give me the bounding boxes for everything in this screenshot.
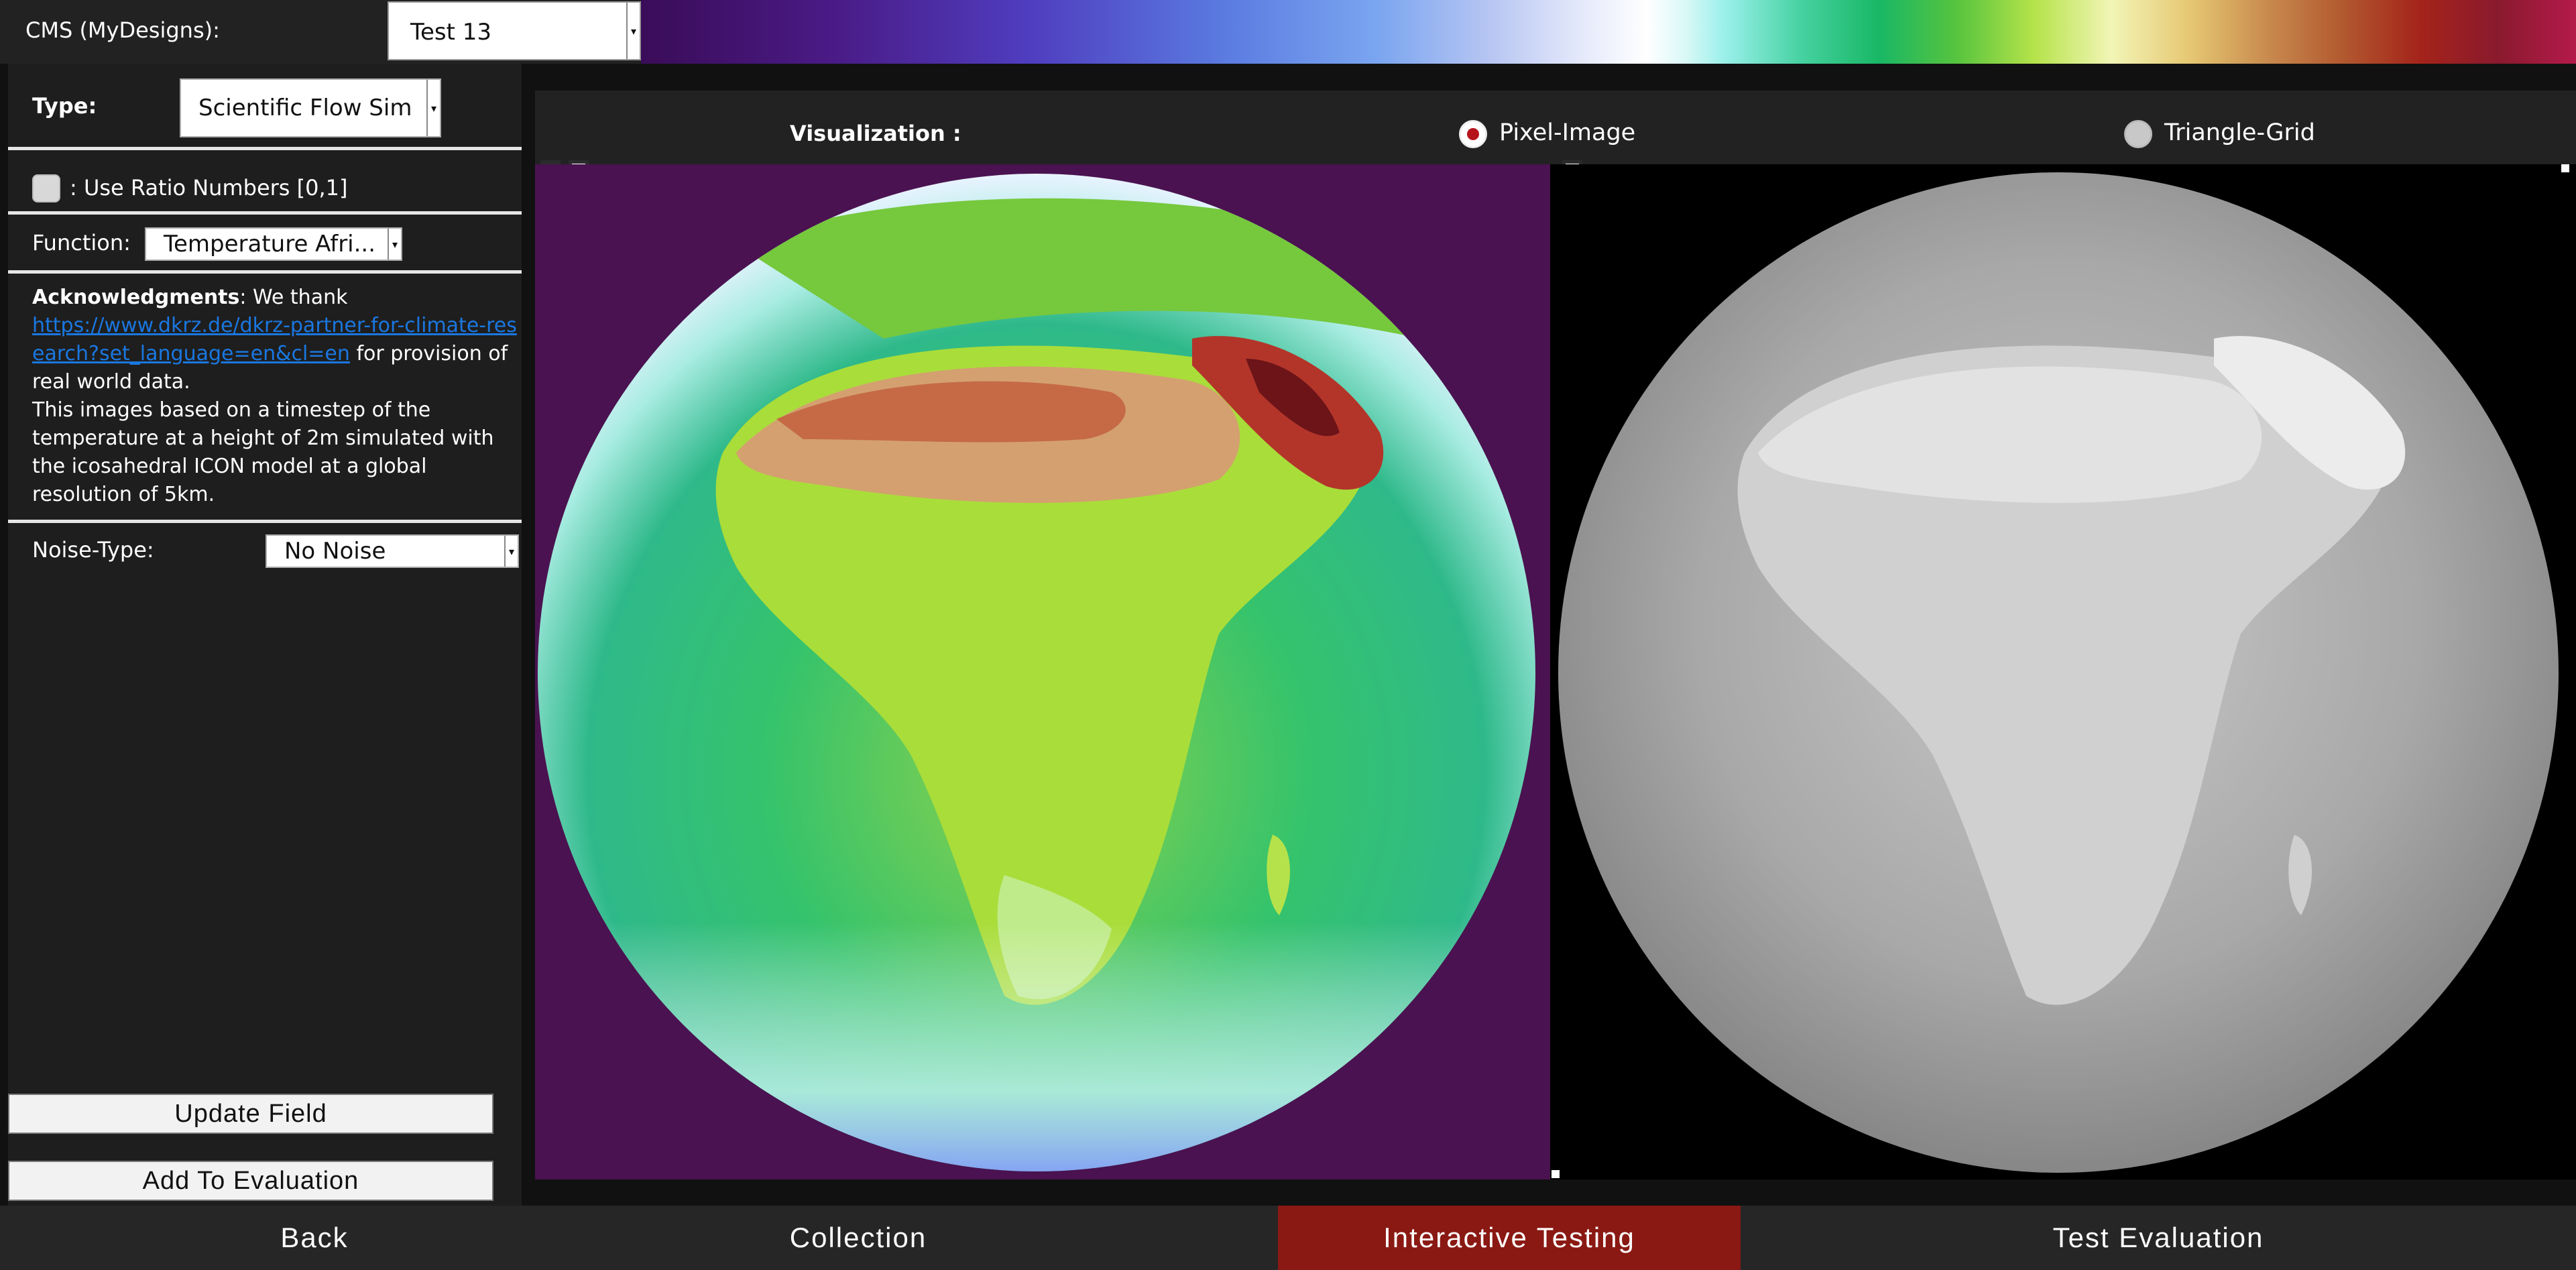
type-select-value: Scientific Flow Sim [198, 95, 412, 121]
gray-globe-image [1558, 172, 2559, 1173]
divider [8, 270, 522, 274]
dropdown-arrow-icon[interactable]: ▾ [504, 536, 518, 567]
cms-select-value: Test 13 [410, 19, 492, 46]
noise-type-select[interactable]: No Noise ▾ [266, 534, 519, 568]
radio-pixel-image[interactable] [1459, 120, 1487, 148]
ratio-label: : Use Ratio Numbers [0,1] [70, 175, 348, 200]
add-to-evaluation-button[interactable]: Add To Evaluation [8, 1161, 493, 1201]
dropdown-arrow-icon[interactable]: ▾ [388, 229, 401, 259]
radio-pixel-image-label[interactable]: Pixel-Image [1499, 119, 1635, 146]
cms-select[interactable]: Test 13 ▾ [388, 1, 641, 60]
type-label: Type: [32, 93, 97, 119]
grayscale-image-view[interactable] [1550, 164, 2576, 1179]
function-select[interactable]: Temperature Afri... ▾ [145, 227, 402, 261]
main-area: Visualization : Pixel-Image Triangle-Gri… [522, 64, 2576, 1206]
ratio-checkbox[interactable] [32, 174, 60, 203]
nav-tab-test-evaluation[interactable]: Test Evaluation [1741, 1206, 2576, 1270]
nav-tab-interactive-testing[interactable]: Interactive Testing [1278, 1206, 1741, 1270]
radio-triangle-grid-label[interactable]: Triangle-Grid [2164, 119, 2315, 146]
divider [8, 211, 522, 215]
resize-handle-icon[interactable] [2561, 164, 2569, 172]
function-label: Function: [32, 230, 131, 255]
dropdown-arrow-icon[interactable]: ▾ [426, 80, 440, 136]
ack-title: Acknowledgments [32, 286, 240, 309]
function-select-value: Temperature Afri... [164, 231, 376, 257]
divider [8, 147, 522, 150]
ack-body: This images based on a timestep of the t… [32, 398, 494, 506]
nav-tab-collection[interactable]: Collection [543, 1206, 1173, 1270]
dropdown-arrow-icon[interactable]: ▾ [626, 3, 640, 59]
divider [8, 520, 522, 523]
top-bar: CMS (MyDesigns): Test 13 ▾ [0, 0, 2576, 64]
cms-label: CMS (MyDesigns): [25, 17, 220, 43]
acknowledgments: Acknowledgments: We thank https://www.dk… [32, 284, 522, 509]
resize-handle-icon[interactable] [1552, 1170, 1560, 1178]
visualization-label: Visualization : [790, 121, 961, 146]
pixel-image-view[interactable] [535, 164, 1550, 1179]
nav-tab-back[interactable]: Back [0, 1206, 629, 1270]
bottom-nav: Back Collection Interactive Testing Test… [0, 1206, 2576, 1270]
noise-type-value: No Noise [284, 538, 386, 565]
radio-triangle-grid[interactable] [2124, 120, 2152, 148]
update-field-button[interactable]: Update Field [8, 1094, 493, 1134]
color-globe-image [538, 174, 1535, 1171]
type-select[interactable]: Scientific Flow Sim ▾ [180, 78, 441, 137]
noise-type-label: Noise-Type: [32, 537, 154, 563]
left-panel: Type: Scientific Flow Sim ▾ : Use Ratio … [8, 64, 522, 1206]
ack-intro: : We thank [239, 286, 348, 309]
colormap-bar [641, 0, 2576, 64]
